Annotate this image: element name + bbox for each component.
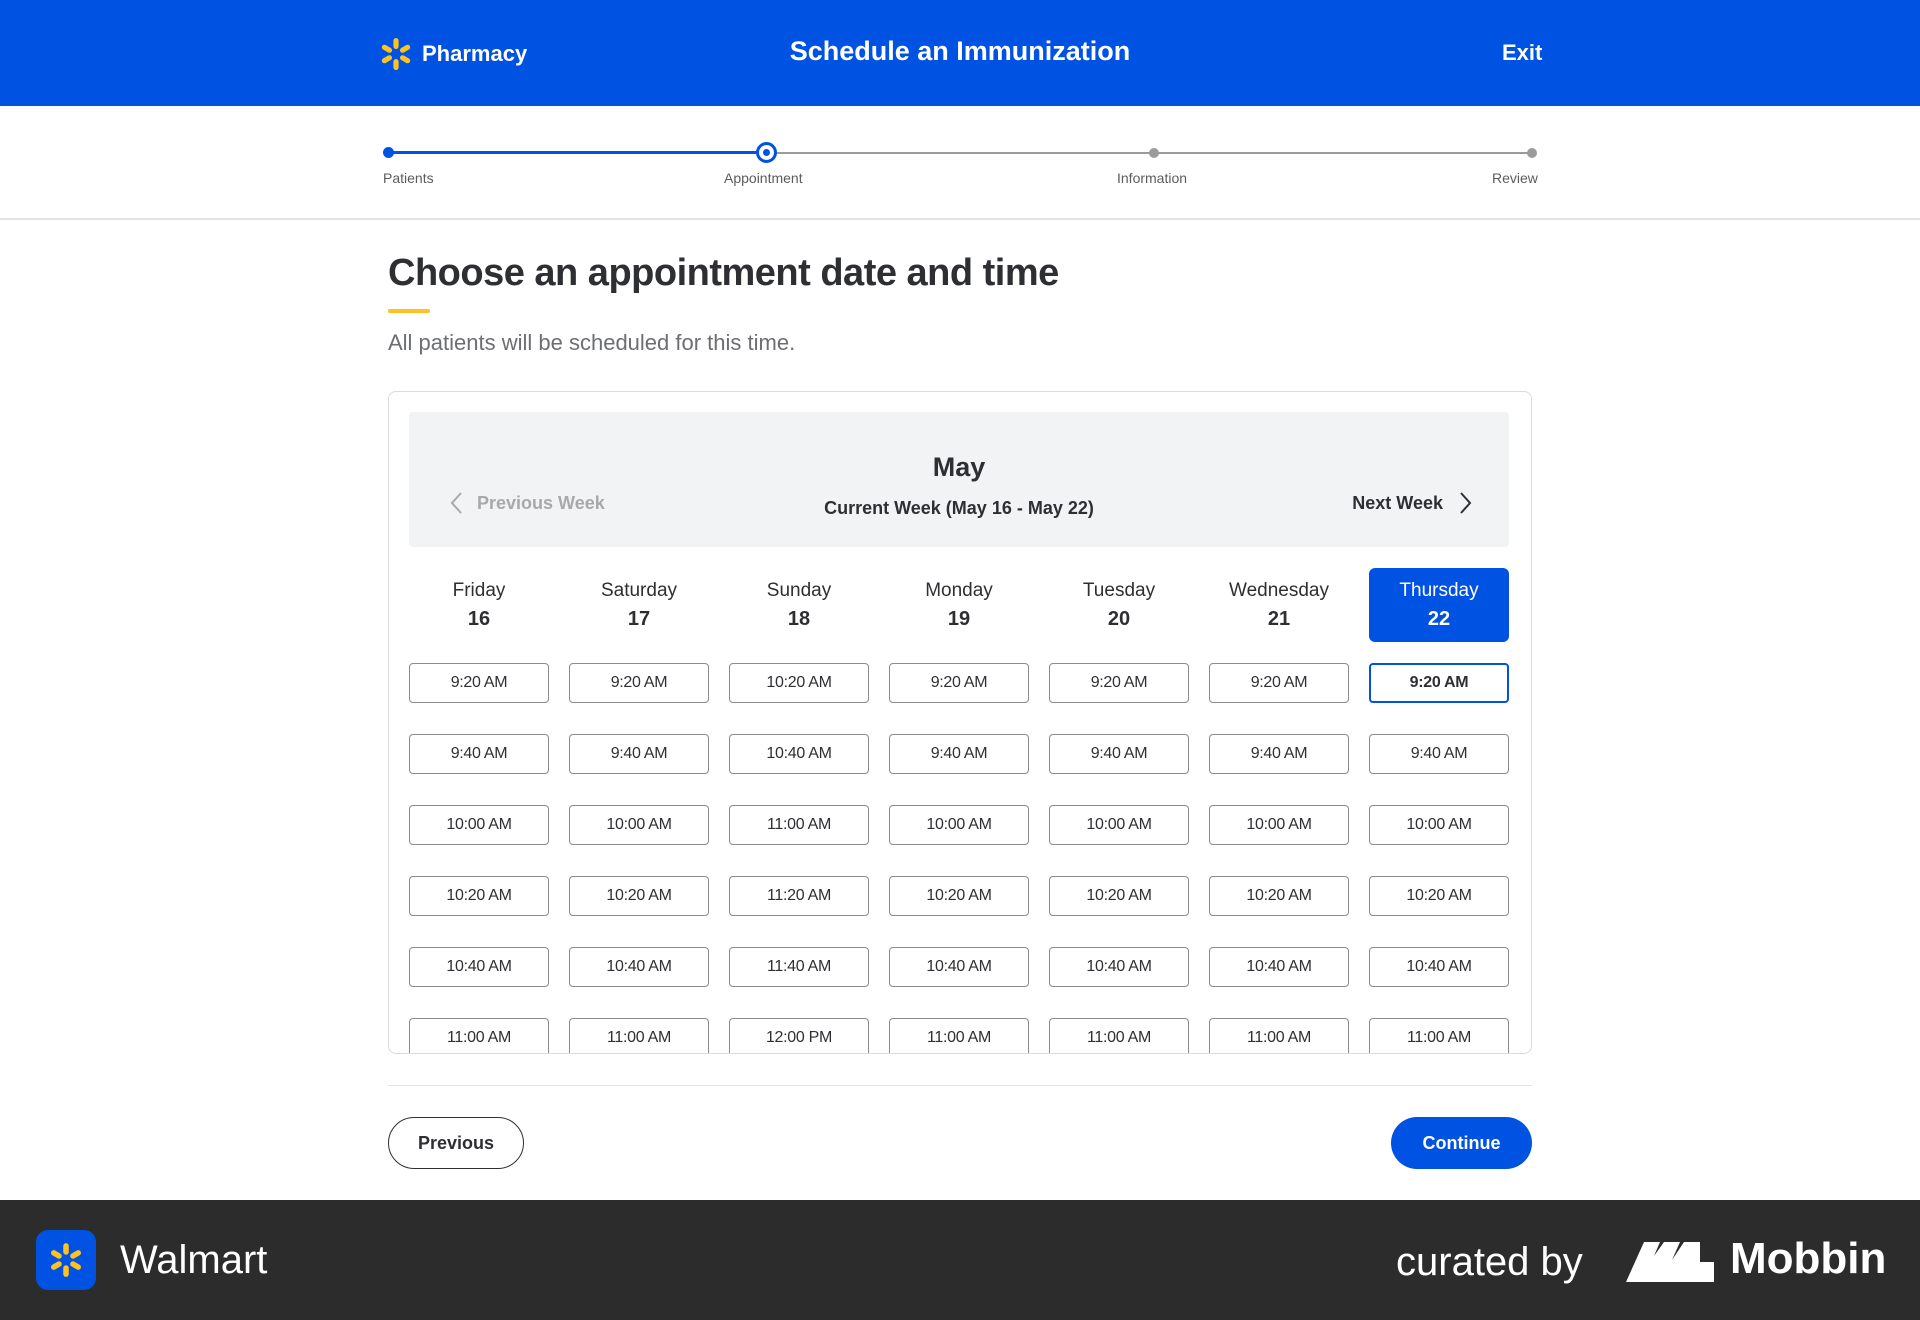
- time-slot-button[interactable]: 10:00 AM: [1369, 805, 1509, 845]
- time-slot-button[interactable]: 10:40 AM: [1369, 947, 1509, 987]
- pharmacy-home-link[interactable]: Pharmacy: [378, 36, 527, 72]
- day-name: Monday: [925, 580, 993, 601]
- month-title: May: [932, 452, 986, 482]
- step-label-review: Review: [1492, 170, 1538, 186]
- time-slot-button[interactable]: 11:00 AM: [1369, 1018, 1509, 1053]
- day-number: 16: [467, 608, 491, 630]
- page-header-title: Schedule an Immunization: [789, 36, 1131, 66]
- walmart-app-icon: [36, 1230, 96, 1290]
- time-slot-button[interactable]: 9:20 AM: [1209, 663, 1349, 703]
- day-number: 17: [627, 608, 651, 630]
- day-tuesday[interactable]: Tuesday 20: [1049, 568, 1189, 642]
- time-slot-button[interactable]: 10:40 AM: [1049, 947, 1189, 987]
- chevron-right-icon: [1460, 492, 1472, 514]
- time-slot-button[interactable]: 10:40 AM: [1209, 947, 1349, 987]
- time-slot-button[interactable]: 10:40 AM: [569, 947, 709, 987]
- continue-button[interactable]: Continue: [1391, 1117, 1532, 1169]
- time-slot-button[interactable]: 10:20 AM: [409, 876, 549, 916]
- page-subtitle: All patients will be scheduled for this …: [388, 330, 796, 355]
- day-monday[interactable]: Monday 19: [889, 568, 1029, 642]
- time-slot-button[interactable]: 10:40 AM: [409, 947, 549, 987]
- next-week-label: Next Week: [1352, 492, 1443, 513]
- time-slot-button[interactable]: 11:00 AM: [1049, 1018, 1189, 1053]
- time-slot-button[interactable]: 9:40 AM: [569, 734, 709, 774]
- time-slot-button[interactable]: 9:20 AM: [409, 663, 549, 703]
- time-slot-button[interactable]: 10:20 AM: [729, 663, 869, 703]
- stepper-track-completed: [388, 151, 766, 154]
- current-week-label: Current Week (May 16 - May 22): [824, 498, 1094, 518]
- time-slot-button[interactable]: 10:20 AM: [569, 876, 709, 916]
- title-accent-underline: [388, 309, 430, 313]
- time-slot-button[interactable]: 10:20 AM: [1049, 876, 1189, 916]
- time-slot-button[interactable]: 11:40 AM: [729, 947, 869, 987]
- day-number: 21: [1267, 608, 1291, 630]
- day-number: 20: [1107, 608, 1131, 630]
- time-slot-button[interactable]: 10:00 AM: [1209, 805, 1349, 845]
- time-slot-button[interactable]: 11:20 AM: [729, 876, 869, 916]
- time-slot-button[interactable]: 9:40 AM: [889, 734, 1029, 774]
- day-number: 19: [947, 608, 971, 630]
- step-label-information: Information: [1117, 170, 1188, 186]
- time-slot-button[interactable]: 9:20 AM: [1049, 663, 1189, 703]
- day-number: 22: [1427, 608, 1451, 630]
- time-slot-button[interactable]: 9:20 AM: [889, 663, 1029, 703]
- day-sunday[interactable]: Sunday 18: [729, 568, 869, 642]
- time-slot-button[interactable]: 9:40 AM: [1049, 734, 1189, 774]
- step-dot-patients: [383, 147, 394, 158]
- time-slot-button[interactable]: 10:20 AM: [1209, 876, 1349, 916]
- brand-label: Pharmacy: [422, 41, 528, 66]
- walmart-spark-icon: [381, 38, 411, 70]
- time-slot-button[interactable]: 10:00 AM: [1049, 805, 1189, 845]
- time-slot-button[interactable]: 11:00 AM: [409, 1018, 549, 1053]
- mobbin-wordmark: Mobbin: [1730, 1234, 1887, 1283]
- time-slot-button[interactable]: 9:40 AM: [409, 734, 549, 774]
- step-label-appointment: Appointment: [724, 170, 803, 186]
- next-week-button[interactable]: Next Week: [1352, 491, 1473, 515]
- step-label-patients: Patients: [383, 170, 434, 186]
- day-friday[interactable]: Friday 16: [409, 568, 549, 642]
- footer-bar: Walmart curated by Mobbin: [0, 1200, 1920, 1320]
- time-slot-button[interactable]: 10:40 AM: [889, 947, 1029, 987]
- appointment-calendar: May Previous Week Current Week (May 16 -…: [388, 391, 1532, 1054]
- time-slot-button[interactable]: 10:40 AM: [729, 734, 869, 774]
- day-number: 18: [787, 608, 811, 630]
- time-slot-button[interactable]: 11:00 AM: [1209, 1018, 1349, 1053]
- day-wednesday[interactable]: Wednesday 21: [1209, 568, 1349, 642]
- time-slot-button[interactable]: 11:00 AM: [889, 1018, 1029, 1053]
- time-slot-button[interactable]: 11:00 AM: [729, 805, 869, 845]
- exit-link[interactable]: Exit: [1502, 40, 1542, 66]
- step-dot-appointment: [756, 142, 777, 163]
- day-thursday[interactable]: Thursday 22: [1369, 568, 1509, 642]
- actions-divider: [388, 1085, 1532, 1086]
- time-slot-button[interactable]: 11:00 AM: [569, 1018, 709, 1053]
- time-slot-button[interactable]: 10:20 AM: [889, 876, 1029, 916]
- mobbin-logo-icon: [1626, 1242, 1714, 1282]
- time-slot-button[interactable]: 10:00 AM: [889, 805, 1029, 845]
- calendar-header: May Previous Week Current Week (May 16 -…: [409, 412, 1509, 547]
- time-slot-button[interactable]: 9:20 AM: [1369, 663, 1509, 703]
- step-dot-information: [1149, 148, 1159, 158]
- day-name: Sunday: [766, 580, 832, 601]
- step-dot-review: [1527, 148, 1537, 158]
- time-slot-button[interactable]: 10:20 AM: [1369, 876, 1509, 916]
- day-name: Saturday: [600, 580, 678, 601]
- time-slot-button[interactable]: 9:40 AM: [1209, 734, 1349, 774]
- previous-button[interactable]: Previous: [388, 1117, 524, 1169]
- day-name: Friday: [452, 580, 506, 601]
- day-name: Tuesday: [1082, 580, 1156, 601]
- walmart-spark-icon: [51, 1243, 81, 1277]
- top-bar: Pharmacy Schedule an Immunization Exit: [0, 0, 1920, 106]
- time-slot-button[interactable]: 9:20 AM: [569, 663, 709, 703]
- page-title: Choose an appointment date and time: [388, 252, 1059, 294]
- time-slot-button[interactable]: 10:00 AM: [409, 805, 549, 845]
- day-name: Wednesday: [1229, 580, 1329, 601]
- curated-by-label: curated by: [1396, 1240, 1583, 1284]
- time-slot-button[interactable]: 9:40 AM: [1369, 734, 1509, 774]
- time-slot-button[interactable]: 10:00 AM: [569, 805, 709, 845]
- app-name: Walmart: [120, 1238, 268, 1282]
- progress-stepper: Patients Appointment Information Review: [0, 106, 1920, 220]
- day-name: Thursday: [1399, 580, 1479, 601]
- day-saturday[interactable]: Saturday 17: [569, 568, 709, 642]
- time-slot-button[interactable]: 12:00 PM: [729, 1018, 869, 1053]
